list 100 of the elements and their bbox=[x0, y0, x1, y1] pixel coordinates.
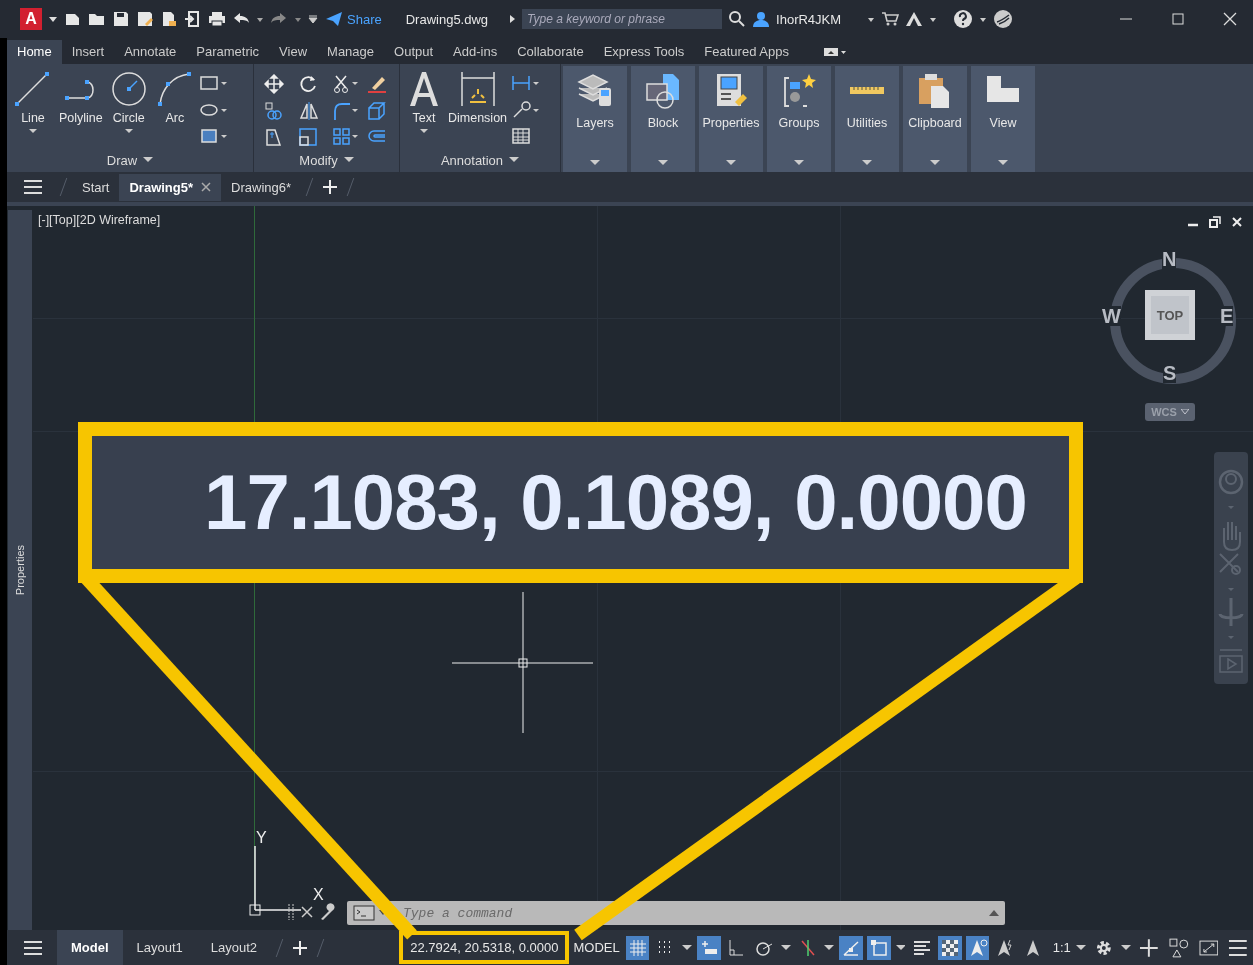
help-icon[interactable] bbox=[953, 9, 974, 29]
caret-icon[interactable] bbox=[1121, 944, 1132, 951]
document-tab[interactable]: Drawing5* bbox=[119, 173, 222, 201]
linear-dimension-icon[interactable] bbox=[511, 74, 542, 92]
panel-title[interactable]: Modify bbox=[299, 152, 338, 168]
plus-icon[interactable] bbox=[1139, 937, 1159, 958]
add-layout-icon[interactable] bbox=[292, 939, 309, 956]
caret-icon[interactable] bbox=[1075, 944, 1086, 951]
fullscreen-icon[interactable] bbox=[1198, 937, 1219, 958]
compass-west[interactable]: W bbox=[1102, 306, 1121, 326]
fillet-icon[interactable] bbox=[332, 100, 360, 121]
hatch-icon[interactable] bbox=[198, 127, 229, 146]
ribbon-tab[interactable]: Collaborate bbox=[507, 40, 594, 64]
search-field[interactable]: Type a keyword or phrase bbox=[522, 9, 723, 29]
import-icon[interactable] bbox=[184, 11, 202, 27]
ribbon-tab[interactable]: Output bbox=[384, 40, 444, 64]
user-icon[interactable] bbox=[752, 10, 771, 28]
save-as-icon[interactable] bbox=[136, 11, 154, 27]
ribbon-group-button[interactable]: Clipboard bbox=[903, 66, 967, 172]
caret-icon[interactable] bbox=[862, 160, 872, 166]
panel-title[interactable]: Annotation bbox=[440, 152, 504, 168]
tool-button[interactable]: Dimension bbox=[446, 68, 510, 148]
tool-button[interactable]: Circle bbox=[106, 68, 151, 148]
expand-arrow-icon[interactable] bbox=[508, 14, 517, 24]
command-input[interactable]: Type a command bbox=[401, 904, 985, 922]
caret-icon[interactable] bbox=[824, 944, 835, 951]
caret-icon[interactable] bbox=[780, 944, 791, 951]
ribbon-tab[interactable]: Featured Apps bbox=[694, 40, 799, 64]
close-icon[interactable] bbox=[301, 906, 313, 918]
add-tab-icon[interactable] bbox=[322, 179, 339, 195]
ribbon-tab[interactable]: Express Tools bbox=[593, 40, 695, 64]
caret-icon[interactable] bbox=[794, 160, 804, 166]
ribbon-group-button[interactable]: Properties bbox=[699, 66, 763, 172]
ribbon-group-button[interactable]: View bbox=[971, 66, 1035, 172]
tool-button[interactable]: Text bbox=[404, 68, 444, 148]
tool-button[interactable]: Line bbox=[11, 68, 55, 148]
ribbon-tab[interactable]: Annotate bbox=[114, 40, 187, 64]
layout-tab[interactable]: Layout2 bbox=[196, 930, 272, 965]
wrench-icon[interactable] bbox=[319, 903, 337, 921]
document-icon[interactable] bbox=[160, 11, 178, 27]
new-file-icon[interactable] bbox=[64, 11, 82, 27]
ribbon-group-button[interactable]: Utilities bbox=[835, 66, 899, 172]
model-space-button[interactable]: MODEL bbox=[573, 940, 620, 955]
caret-icon[interactable] bbox=[509, 157, 520, 163]
menu-icon[interactable] bbox=[23, 939, 43, 956]
ribbon-tab[interactable]: Home bbox=[7, 40, 62, 64]
user-name[interactable]: IhorR4JKM bbox=[776, 11, 842, 27]
ribbon-group-button[interactable]: Layers bbox=[563, 66, 627, 172]
ribbon-tab[interactable]: Manage bbox=[317, 40, 385, 64]
caret-icon[interactable] bbox=[895, 944, 906, 951]
maximize-icon[interactable] bbox=[1171, 12, 1185, 26]
scissors-icon[interactable] bbox=[332, 74, 360, 94]
rectangle-icon[interactable] bbox=[198, 74, 229, 92]
caret-icon[interactable] bbox=[124, 128, 133, 134]
save-icon[interactable] bbox=[112, 11, 130, 27]
connect-icon[interactable] bbox=[993, 9, 1014, 29]
coordinates-display[interactable]: 22.7924, 20.5318, 0.0000 bbox=[399, 931, 570, 964]
print-icon[interactable] bbox=[208, 11, 226, 27]
folder-icon[interactable] bbox=[88, 11, 106, 27]
array-icon[interactable] bbox=[332, 127, 360, 148]
caret-icon[interactable] bbox=[48, 14, 58, 24]
osnap-toggle[interactable] bbox=[866, 935, 891, 960]
app-logo[interactable]: A bbox=[20, 8, 42, 30]
caret-icon[interactable] bbox=[343, 157, 354, 163]
expand-up-icon[interactable] bbox=[989, 910, 999, 916]
viewcube-face[interactable]: TOP bbox=[1145, 290, 1195, 340]
caret-icon[interactable] bbox=[726, 160, 736, 166]
compass-north[interactable]: N bbox=[1162, 249, 1177, 269]
annotation-scale-button[interactable]: 1:1 bbox=[1052, 940, 1071, 955]
caret-icon[interactable] bbox=[930, 160, 940, 166]
ribbon-group-button[interactable]: Groups bbox=[767, 66, 831, 172]
infer-toggle[interactable] bbox=[696, 935, 721, 960]
compass-east[interactable]: E bbox=[1220, 306, 1234, 326]
shapes-icon[interactable] bbox=[1168, 937, 1189, 958]
tool-button[interactable]: Arc bbox=[152, 68, 197, 148]
caret-icon[interactable] bbox=[682, 944, 692, 951]
layout-tab[interactable]: Layout1 bbox=[122, 930, 197, 965]
caret-icon[interactable] bbox=[143, 157, 154, 163]
customize-icon[interactable] bbox=[308, 14, 318, 24]
properties-palette[interactable]: Properties bbox=[8, 210, 32, 930]
grid-toggle[interactable] bbox=[625, 935, 650, 960]
track-toggle[interactable] bbox=[839, 935, 863, 960]
document-tab[interactable]: Drawing6* bbox=[221, 173, 302, 201]
triangle-logo-icon[interactable] bbox=[905, 11, 924, 27]
caret-icon[interactable] bbox=[29, 128, 37, 134]
ribbon-tab[interactable]: View bbox=[269, 40, 318, 64]
compass-south[interactable]: S bbox=[1163, 363, 1177, 383]
caret-icon[interactable] bbox=[590, 160, 600, 166]
ribbon-tab[interactable]: Insert bbox=[61, 40, 115, 64]
menu-icon[interactable] bbox=[23, 179, 43, 195]
drag-handle-icon[interactable] bbox=[287, 903, 295, 921]
restore-icon[interactable] bbox=[1209, 216, 1221, 228]
transparency-toggle[interactable] bbox=[938, 935, 962, 960]
viewport-controls-label[interactable]: [-][Top][2D Wireframe] bbox=[38, 213, 161, 227]
cart-icon[interactable] bbox=[881, 11, 900, 27]
caret-icon[interactable] bbox=[420, 128, 428, 134]
layout-tab[interactable]: Model bbox=[57, 930, 123, 965]
tool-button[interactable]: Polyline bbox=[57, 68, 105, 148]
panel-toggle-icon[interactable] bbox=[822, 47, 847, 57]
ribbon-group-button[interactable]: Block bbox=[631, 66, 695, 172]
